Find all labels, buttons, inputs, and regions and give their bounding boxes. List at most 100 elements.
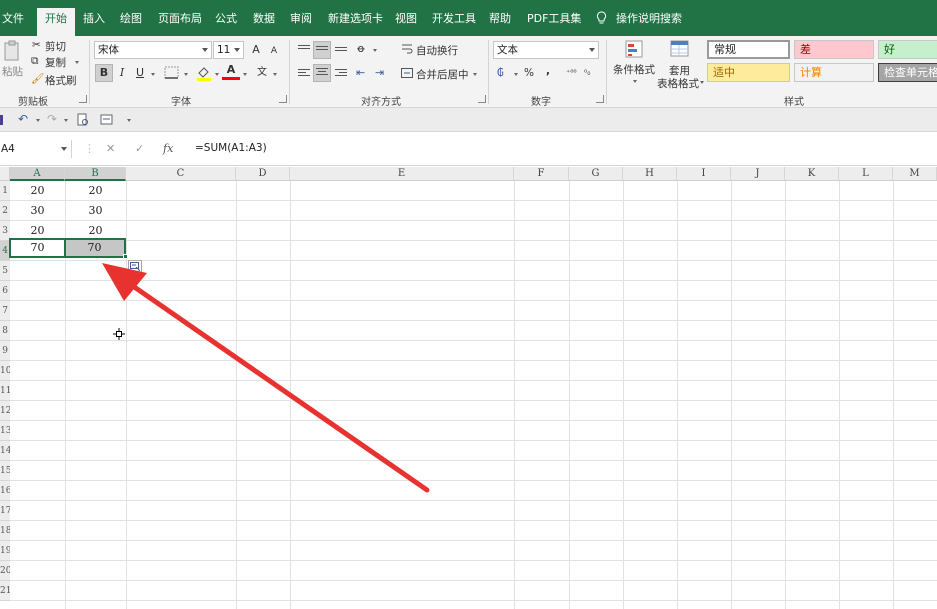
phonetic-button[interactable]: 文 [253, 64, 271, 82]
fill-color-dropdown-icon[interactable] [215, 73, 219, 76]
select-all-corner[interactable] [0, 167, 10, 181]
row-header[interactable]: 18 [0, 521, 10, 541]
column-header-c[interactable]: C [126, 167, 236, 181]
column-header-g[interactable]: G [569, 167, 623, 181]
row-header[interactable]: 9 [0, 341, 10, 361]
accounting-icon[interactable]: ₲ [497, 67, 504, 79]
tab-review[interactable]: 审阅 [290, 9, 312, 29]
format-as-table-dropdown-icon[interactable] [700, 81, 704, 84]
cell-a1[interactable]: 20 [10, 181, 65, 201]
row-header[interactable]: 12 [0, 401, 10, 421]
row-header[interactable]: 5 [0, 261, 10, 281]
tab-file[interactable]: 文件 [2, 9, 24, 29]
paste-button[interactable]: 粘贴 [2, 64, 23, 79]
column-header-j[interactable]: J [731, 167, 785, 181]
row-header[interactable]: 10 [0, 361, 10, 381]
conditional-format-button[interactable]: 条件格式 [613, 62, 655, 77]
column-header-m[interactable]: M [893, 167, 937, 181]
percent-button[interactable]: % [524, 67, 534, 79]
row-header[interactable]: 15 [0, 461, 10, 481]
alignment-launcher-icon[interactable] [478, 95, 486, 103]
format-as-table-line2[interactable]: 表格格式 [657, 76, 699, 91]
tab-page-layout[interactable]: 页面布局 [158, 9, 202, 29]
column-header-i[interactable]: I [677, 167, 731, 181]
italic-button[interactable]: I [113, 64, 131, 82]
tab-home[interactable]: 开始 [37, 8, 75, 36]
border-dropdown-icon[interactable] [184, 73, 188, 76]
underline-dropdown-icon[interactable] [151, 73, 155, 76]
column-header-l[interactable]: L [839, 167, 893, 181]
tab-data[interactable]: 数据 [253, 9, 275, 29]
redo-dropdown-icon[interactable] [64, 119, 68, 122]
column-header-e[interactable]: E [290, 167, 514, 181]
cell-a2[interactable]: 30 [10, 201, 65, 221]
orientation-dropdown-icon[interactable] [373, 49, 377, 52]
font-size-select[interactable]: 11 [213, 41, 244, 59]
row-header[interactable]: 19 [0, 541, 10, 561]
accounting-dropdown-icon[interactable] [514, 73, 518, 76]
column-header-f[interactable]: F [514, 167, 569, 181]
comma-button[interactable]: , [546, 65, 550, 77]
cell-a4[interactable]: 70 [9, 238, 66, 258]
bold-button[interactable]: B [95, 64, 113, 82]
tell-me-search[interactable]: 操作说明搜索 [616, 9, 682, 29]
style-bad[interactable]: 差 [794, 40, 874, 59]
grow-font-button[interactable]: A [247, 41, 265, 59]
name-box[interactable]: A4 [0, 140, 72, 158]
grid-background[interactable] [10, 181, 937, 609]
row-header[interactable]: 13 [0, 421, 10, 441]
row-header[interactable]: 16 [0, 481, 10, 501]
style-neutral[interactable]: 适中 [707, 63, 790, 82]
format-painter-button[interactable]: 格式刷 [45, 73, 77, 88]
tab-formulas[interactable]: 公式 [215, 9, 237, 29]
cell-b2[interactable]: 30 [65, 201, 126, 221]
align-left-icon[interactable] [298, 69, 310, 79]
increase-decimal-icon[interactable]: ⁺⁰⁰ [566, 68, 577, 77]
formula-input[interactable]: =SUM(A1:A3) [195, 142, 267, 154]
column-header-b[interactable]: B [65, 167, 126, 181]
cut-button[interactable]: 剪切 [45, 39, 66, 54]
quick-analysis-button[interactable] [128, 260, 142, 273]
undo-icon[interactable]: ↶ [18, 112, 28, 126]
border-icon[interactable] [164, 66, 180, 80]
row-header[interactable]: 2 [0, 201, 10, 221]
decrease-decimal-icon[interactable]: ⁰₀ [584, 68, 590, 77]
copy-button[interactable]: 复制 [45, 55, 66, 70]
tab-insert[interactable]: 插入 [83, 9, 105, 29]
conditional-format-dropdown-icon[interactable] [633, 80, 637, 83]
style-calculation[interactable]: 计算 [794, 63, 874, 82]
row-header[interactable]: 14 [0, 441, 10, 461]
fill-color-icon[interactable] [196, 65, 212, 81]
align-bottom-icon[interactable] [335, 47, 347, 57]
screen-capture-icon[interactable] [100, 113, 114, 127]
align-middle-button[interactable] [313, 41, 331, 59]
row-header[interactable]: 8 [0, 321, 10, 341]
row-header[interactable]: 11 [0, 381, 10, 401]
align-top-icon[interactable] [298, 45, 310, 55]
clipboard-launcher-icon[interactable] [79, 95, 87, 103]
number-launcher-icon[interactable] [596, 95, 604, 103]
font-name-select[interactable]: 宋体 [94, 41, 212, 59]
font-launcher-icon[interactable] [279, 95, 287, 103]
copy-dropdown-icon[interactable] [75, 61, 79, 64]
underline-button[interactable]: U [131, 64, 149, 82]
cell-b1[interactable]: 20 [65, 181, 126, 201]
style-normal[interactable]: 常规 [707, 40, 790, 59]
cancel-icon[interactable]: ✕ [106, 142, 115, 155]
enter-icon[interactable]: ✓ [135, 142, 144, 155]
save-icon[interactable] [0, 115, 3, 125]
align-center-button[interactable] [313, 64, 331, 82]
customize-qat-icon[interactable] [127, 119, 131, 122]
row-header[interactable]: 7 [0, 301, 10, 321]
print-preview-icon[interactable] [77, 113, 89, 127]
fill-handle[interactable] [123, 254, 128, 259]
number-format-select[interactable]: 文本 [493, 41, 599, 59]
font-color-button[interactable]: A [222, 63, 240, 80]
tab-developer[interactable]: 开发工具 [432, 9, 476, 29]
style-check-cell[interactable]: 检查单元格 [878, 63, 937, 82]
shrink-font-button[interactable]: A [265, 42, 283, 60]
style-good[interactable]: 好 [878, 40, 937, 59]
increase-indent-icon[interactable]: ⇥ [375, 66, 384, 79]
undo-dropdown-icon[interactable] [36, 119, 40, 122]
wrap-text-button[interactable]: 自动换行 [416, 43, 458, 58]
